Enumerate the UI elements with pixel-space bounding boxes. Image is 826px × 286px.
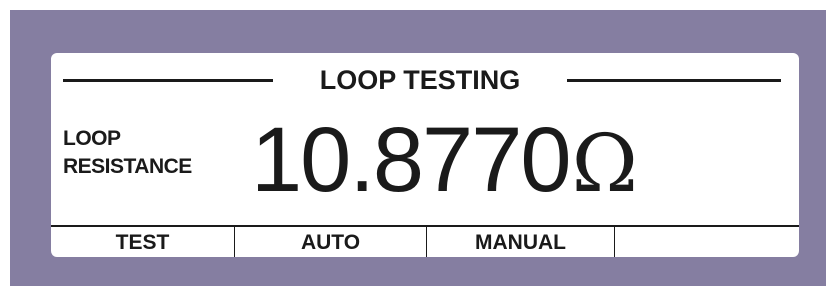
softkey-manual[interactable]: MANUAL [427,227,615,257]
softkey-test[interactable]: TEST [51,227,235,257]
title-rule-left [63,79,273,82]
measurement-label: LOOP RESISTANCE [63,125,233,181]
resistance-reading: 10.8770Ω [251,105,638,215]
softkey-bar: TEST AUTO MANUAL [51,225,799,257]
screen-title: LOOP TESTING [319,65,521,95]
measurement-label-line2: RESISTANCE [63,155,192,178]
title-rule-right [567,79,781,82]
softkey-empty[interactable] [615,227,799,257]
lcd-screen: LOOP TESTING LOOP RESISTANCE 10.8770Ω TE… [51,53,799,257]
reading-value: 10.8770 [251,109,572,211]
measurement-label-line1: LOOP [63,127,121,150]
screen-title-row: LOOP TESTING [51,63,799,97]
softkey-auto[interactable]: AUTO [235,227,427,257]
ohm-unit: Ω [571,117,638,210]
